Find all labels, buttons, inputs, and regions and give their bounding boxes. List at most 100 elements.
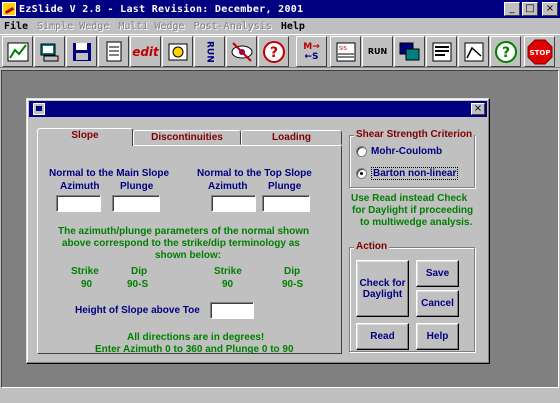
help-icon: ? xyxy=(262,40,285,63)
top-azimuth-input[interactable] xyxy=(211,195,256,212)
toolbar-print-button[interactable] xyxy=(98,36,129,67)
menu-help[interactable]: Help xyxy=(281,21,305,32)
menu-bar: File Simple Wedge Multi Wedge Post-Analy… xyxy=(0,18,560,34)
slope-tab-panel: Normal to the Main Slope Normal to the T… xyxy=(37,145,342,355)
hint-line-2: for Daylight if proceeding xyxy=(352,205,474,216)
svg-text:?: ? xyxy=(269,45,277,61)
main-dip-label: Dip xyxy=(131,266,148,277)
check-daylight-line1: Check for xyxy=(359,277,406,289)
action-group: Action Check for Daylight Save Cancel Re… xyxy=(349,241,475,352)
toolbar-plot-button[interactable] xyxy=(458,36,489,67)
document-icon xyxy=(106,41,121,61)
top-strike-value: 90 xyxy=(222,279,234,290)
dialog-close-button[interactable]: × xyxy=(471,103,485,115)
ms-top-label: M→ xyxy=(303,41,320,52)
maximize-button[interactable]: □ xyxy=(522,2,538,16)
toolbar-stop-button[interactable]: STOP xyxy=(524,36,555,67)
main-plunge-input[interactable] xyxy=(112,195,160,212)
cancel-button[interactable]: Cancel xyxy=(416,290,459,317)
minimize-button[interactable]: _ xyxy=(504,2,520,16)
shear-criterion-group: Shear Strength Criterion Mohr-Coulomb Ba… xyxy=(349,129,475,188)
plot-icon xyxy=(464,42,483,61)
toolbar-help2-button[interactable]: ? xyxy=(490,36,521,67)
top-dip-value: 90-S xyxy=(282,279,304,290)
save-button[interactable]: Save xyxy=(416,260,459,287)
svg-text:?: ? xyxy=(501,45,509,61)
height-label: Height of Slope above Toe xyxy=(75,305,200,316)
svg-text:STOP: STOP xyxy=(529,49,550,57)
stop-icon: STOP xyxy=(527,39,552,64)
computer-icon xyxy=(40,43,58,61)
mdi-workspace: × Slope Discontinuities Loading Normal t… xyxy=(1,70,559,388)
run-doc-icon: RUN xyxy=(367,46,388,56)
toolbar-eye-button[interactable] xyxy=(226,36,257,67)
menu-file[interactable]: File xyxy=(4,21,28,32)
check-daylight-button[interactable]: Check for Daylight xyxy=(356,260,409,317)
help-button[interactable]: Help xyxy=(416,323,459,350)
help-green-icon: ? xyxy=(494,40,517,63)
app-titlebar: EzSlide V 2.8 - Last Revision: December,… xyxy=(0,0,560,18)
eye-icon xyxy=(231,41,252,62)
main-plunge-label: Plunge xyxy=(120,181,154,192)
note-line-3: shown below: xyxy=(155,250,222,261)
main-azimuth-label: Azimuth xyxy=(60,181,100,192)
toolbar-edit-button[interactable]: edit xyxy=(130,36,161,67)
windows-icon xyxy=(399,42,419,60)
footer-line-1: All directions are in degrees! xyxy=(127,332,265,343)
close-button[interactable]: × xyxy=(542,2,558,16)
radio-barton-dot xyxy=(356,168,367,179)
toolbar-ms-button[interactable]: M→ ←S xyxy=(296,36,327,67)
top-strike-label: Strike xyxy=(214,266,242,277)
toolbar-run-button[interactable]: RUN xyxy=(194,36,225,67)
action-title: Action xyxy=(354,241,390,252)
radio-barton-label: Barton non-linear xyxy=(371,167,459,180)
check-daylight-line2: Daylight xyxy=(362,288,403,300)
top-plunge-input[interactable] xyxy=(262,195,310,212)
menu-post-analysis[interactable]: Post-Analysis xyxy=(194,21,272,32)
main-azimuth-input[interactable] xyxy=(56,195,101,212)
toolbar-report-button[interactable] xyxy=(426,36,457,67)
tab-slope[interactable]: Slope xyxy=(37,128,133,146)
menu-multi-wedge[interactable]: Multi Wedge xyxy=(118,21,184,32)
app-title: EzSlide V 2.8 - Last Revision: December,… xyxy=(19,3,304,15)
main-dip-value: 90-S xyxy=(127,279,149,290)
dialog-titlebar: × xyxy=(29,101,487,117)
toolbar-table-button[interactable]: SIS xyxy=(330,36,361,67)
note-line-1: The azimuth/plunge parameters of the nor… xyxy=(58,226,310,237)
shear-criterion-title: Shear Strength Criterion xyxy=(354,129,475,140)
svg-text:SIS: SIS xyxy=(339,46,347,52)
main-area: × Slope Discontinuities Loading Normal t… xyxy=(0,68,560,403)
note-line-2: above correspond to the strike/dip termi… xyxy=(62,238,300,249)
tab-discontinuities[interactable]: Discontinuities xyxy=(133,130,241,145)
radio-barton[interactable]: Barton non-linear xyxy=(356,167,459,180)
top-plunge-label: Plunge xyxy=(268,181,302,192)
slope-input-dialog: × Slope Discontinuities Loading Normal t… xyxy=(26,98,490,364)
hint-line-3: to multiwedge analysis. xyxy=(360,217,473,228)
radio-mohr-coulomb-dot xyxy=(356,146,367,157)
ms-icon: M→ ←S xyxy=(303,42,320,62)
footer-line-2: Enter Azimuth 0 to 360 and Plunge 0 to 9… xyxy=(95,344,294,355)
image-icon xyxy=(168,43,187,60)
floppy-icon xyxy=(72,42,91,61)
toolbar-help-button[interactable]: ? xyxy=(258,36,289,67)
chart-pen-icon xyxy=(7,42,28,61)
table-icon: SIS xyxy=(336,42,355,61)
toolbar-windows-button[interactable] xyxy=(394,36,425,67)
toolbar-save-button[interactable] xyxy=(66,36,97,67)
radio-mohr-coulomb-label: Mohr-Coulomb xyxy=(371,146,443,157)
app-icon xyxy=(2,2,16,16)
height-input[interactable] xyxy=(210,302,254,319)
menu-simple-wedge[interactable]: Simple Wedge xyxy=(37,21,109,32)
top-slope-heading: Normal to the Top Slope xyxy=(197,168,312,179)
read-button[interactable]: Read xyxy=(356,323,409,350)
toolbar-view-button[interactable] xyxy=(162,36,193,67)
radio-mohr-coulomb[interactable]: Mohr-Coulomb xyxy=(356,146,442,157)
toolbar-open-button[interactable] xyxy=(34,36,65,67)
toolbar: edit RUN ? M→ ←S SIS RUN ? STOP xyxy=(0,34,560,68)
toolbar-run-doc-button[interactable]: RUN xyxy=(362,36,393,67)
report-icon xyxy=(432,42,451,61)
toolbar-new-button[interactable] xyxy=(2,36,33,67)
tab-loading[interactable]: Loading xyxy=(241,130,342,145)
main-slope-heading: Normal to the Main Slope xyxy=(49,168,170,179)
window-controls: _ □ × xyxy=(504,2,558,16)
